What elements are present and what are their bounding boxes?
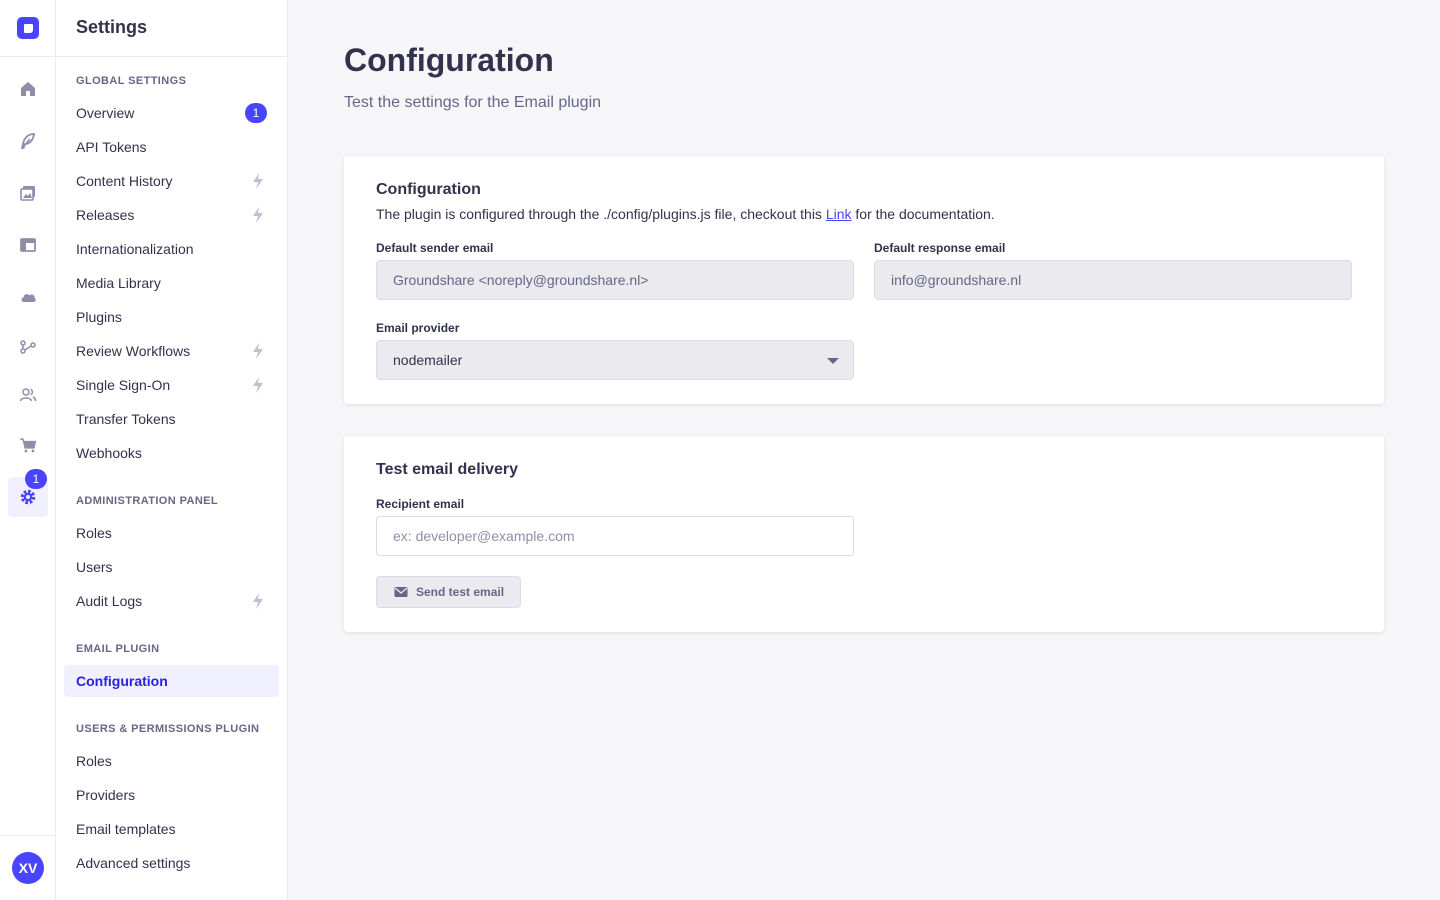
nav-item-media-library[interactable]: Media Library [64, 267, 279, 299]
nav-item-label: Users [76, 559, 113, 575]
divider [56, 56, 287, 57]
nav-item-label: Advanced settings [76, 855, 191, 871]
section-label-email-plugin: EMAIL PLUGIN [76, 643, 160, 655]
lightning-icon [253, 173, 263, 189]
app-logo[interactable] [17, 17, 39, 39]
nav-item-review-workflows[interactable]: Review Workflows [64, 335, 279, 367]
nav-item-label: Internationalization [76, 241, 194, 257]
recipient-email-input[interactable] [376, 516, 854, 556]
nav-item-label: Email templates [76, 821, 176, 837]
caret-down-icon [827, 358, 839, 364]
response-email-label: Default response email [874, 241, 1006, 255]
lightning-icon [253, 593, 263, 609]
response-email-field[interactable]: info@groundshare.nl [874, 260, 1352, 300]
lightning-icon [253, 343, 263, 359]
nav-item-transfer-tokens[interactable]: Transfer Tokens [64, 403, 279, 435]
send-test-email-button[interactable]: Send test email [376, 576, 522, 608]
cart-icon[interactable] [8, 425, 48, 465]
nav-item-email-templates[interactable]: Email templates [64, 813, 279, 845]
card-description: The plugin is configured through the ./c… [376, 206, 995, 222]
sender-email-field[interactable]: Groundshare <noreply@groundshare.nl> [376, 260, 854, 300]
nav-item-overview[interactable]: Overview 1 [64, 97, 279, 129]
nav-item-users[interactable]: Users [64, 551, 279, 583]
send-test-email-label: Send test email [416, 585, 505, 599]
nav-item-label: Configuration [76, 673, 168, 689]
nav-item-label: Providers [76, 787, 136, 803]
nav-item-label: Audit Logs [76, 593, 143, 609]
workflow-icon[interactable] [8, 327, 48, 367]
subnav-title: Settings [76, 17, 148, 37]
recipient-email-label: Recipient email [376, 497, 465, 511]
email-provider-select[interactable]: nodemailer [376, 340, 854, 380]
sender-email-label: Default sender email [376, 241, 494, 255]
layout-icon[interactable] [8, 225, 48, 265]
users-icon[interactable] [8, 375, 48, 415]
lightning-icon [253, 377, 263, 393]
nav-item-label: Transfer Tokens [76, 411, 176, 427]
nav-item-api-tokens[interactable]: API Tokens [64, 131, 279, 163]
nav-item-label: Webhooks [76, 445, 142, 461]
card-title: Configuration [376, 181, 481, 198]
description-text: The plugin is configured through the ./c… [376, 206, 826, 222]
divider [0, 56, 56, 57]
count-badge: 1 [245, 103, 267, 123]
email-provider-label: Email provider [376, 321, 460, 335]
nav-item-internationalization[interactable]: Internationalization [64, 233, 279, 265]
nav-item-configuration[interactable]: Configuration [64, 665, 279, 697]
nav-item-label: Overview [76, 105, 135, 121]
nav-item-single-sign-on[interactable]: Single Sign-On [64, 369, 279, 401]
section-label-global-settings: GLOBAL SETTINGS [76, 75, 187, 87]
nav-item-label: Single Sign-On [76, 377, 171, 393]
email-provider-value: nodemailer [393, 352, 463, 368]
nav-item-label: API Tokens [76, 139, 147, 155]
settings-subnav: Settings GLOBAL SETTINGS Overview 1 API … [56, 0, 288, 900]
nav-item-webhooks[interactable]: Webhooks [64, 437, 279, 469]
section-label-users-permissions-plugin: USERS & PERMISSIONS PLUGIN [76, 723, 260, 735]
documentation-link[interactable]: Link [826, 206, 852, 222]
feather-icon[interactable] [8, 121, 48, 161]
nav-item-content-history[interactable]: Content History [64, 165, 279, 197]
card-title: Test email delivery [376, 461, 518, 478]
nav-item-label: Review Workflows [76, 343, 191, 359]
images-icon[interactable] [8, 173, 48, 213]
nav-item-advanced-settings[interactable]: Advanced settings [64, 847, 279, 879]
page-subtitle: Test the settings for the Email plugin [344, 94, 602, 111]
nav-item-audit-logs[interactable]: Audit Logs [64, 585, 279, 617]
nav-item-label: Roles [76, 525, 112, 541]
home-icon[interactable] [8, 69, 48, 109]
main-nav-rail: 1 XV [0, 0, 56, 900]
lightning-icon [253, 207, 263, 223]
nav-item-label: Plugins [76, 309, 122, 325]
configuration-card: Configuration The plugin is configured t… [344, 156, 1384, 404]
test-email-card: Test email delivery Recipient email Send… [344, 436, 1384, 632]
nav-item-providers[interactable]: Providers [64, 779, 279, 811]
nav-item-label: Releases [76, 207, 135, 223]
nav-item-up-roles[interactable]: Roles [64, 745, 279, 777]
nav-item-roles[interactable]: Roles [64, 517, 279, 549]
envelope-icon [394, 587, 408, 597]
section-label-administration-panel: ADMINISTRATION PANEL [76, 495, 219, 507]
nav-item-releases[interactable]: Releases [64, 199, 279, 231]
page-title: Configuration [344, 42, 554, 78]
user-avatar[interactable]: XV [12, 852, 44, 884]
nav-item-label: Content History [76, 173, 173, 189]
nav-item-plugins[interactable]: Plugins [64, 301, 279, 333]
notification-badge: 1 [25, 469, 47, 489]
cloud-icon[interactable] [8, 277, 48, 317]
description-text: for the documentation. [851, 206, 995, 222]
nav-item-label: Media Library [76, 275, 161, 291]
nav-item-label: Roles [76, 753, 112, 769]
divider [0, 835, 56, 836]
